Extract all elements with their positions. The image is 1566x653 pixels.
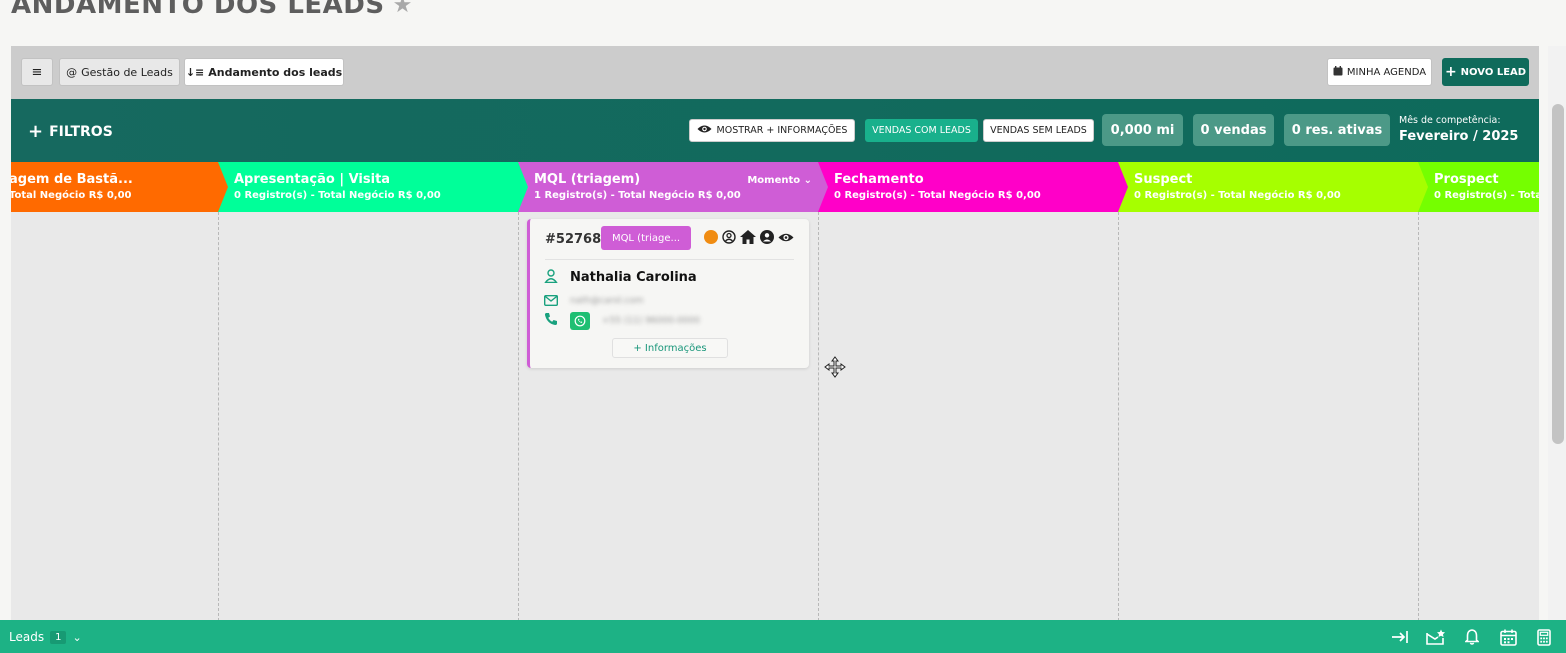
eye-icon[interactable] — [778, 229, 794, 245]
phone-icon — [544, 311, 558, 330]
plus-icon: + — [28, 121, 44, 142]
footer-leads-selector[interactable]: Leads 1 ⌄ — [9, 630, 82, 644]
mes-competencia[interactable]: Mês de competência: Fevereiro / 2025 — [1399, 115, 1518, 144]
footer-actions — [1390, 628, 1554, 646]
tab-gestao-de-leads[interactable]: @ Gestão de Leads — [59, 58, 180, 86]
calendar-icon — [1333, 65, 1343, 79]
stage-header-3[interactable]: Fechamento 0 Registro(s) - Total Negócio… — [818, 162, 1130, 212]
vendas-com-leads-button[interactable]: VENDAS COM LEADS — [865, 119, 978, 142]
star-icon[interactable]: ★ — [393, 0, 413, 18]
stage-header-0[interactable]: agem de Bastã... Total Negócio R$ 0,00 — [11, 162, 230, 212]
stage-subtitle: 0 Registro(s) - Total — [1434, 190, 1539, 201]
filtros-button[interactable]: + FILTROS — [28, 121, 113, 142]
vendas-sem-leads-button[interactable]: VENDAS SEM LEADS — [983, 119, 1094, 142]
footer-label: Leads — [9, 630, 45, 644]
stat-res-ativas: 0 res. ativas — [1284, 114, 1390, 146]
lead-name-row: Nathalia Carolina — [544, 268, 697, 287]
stage-title: Fechamento — [834, 172, 924, 187]
footer-bar: Leads 1 ⌄ — [0, 620, 1566, 653]
stage-subtitle: 0 Registro(s) - Total Negócio R$ 0,00 — [234, 190, 441, 201]
user-icon — [544, 268, 558, 287]
page-title: ANDAMENTO DOS LEADS ★ — [11, 0, 413, 20]
competencia-label: Mês de competência: — [1399, 115, 1501, 126]
lead-phone-row: +55 (11) 96000-0000 — [544, 311, 700, 330]
lead-id: #52768 — [545, 232, 602, 247]
agenda-label: MINHA AGENDA — [1346, 66, 1427, 78]
filtros-label: FILTROS — [49, 123, 113, 140]
menu-button[interactable]: ≡ — [21, 58, 53, 86]
stage-headers: agem de Bastã... Total Negócio R$ 0,00 A… — [11, 162, 1539, 212]
stage-header-5[interactable]: Prospect 0 Registro(s) - Total — [1418, 162, 1539, 212]
hamburger-icon: ≡ — [31, 64, 43, 80]
minha-agenda-button[interactable]: MINHA AGENDA — [1327, 58, 1432, 86]
novo-lead-button[interactable]: + NOVO LEAD — [1442, 58, 1529, 86]
lead-email-row: nath@carol.com — [543, 291, 644, 310]
home-icon[interactable] — [740, 229, 756, 245]
stage-header-2[interactable]: MQL (triagem) 1 Registro(s) - Total Negó… — [518, 162, 830, 212]
whatsapp-icon[interactable] — [570, 311, 590, 330]
lead-email[interactable]: nath@carol.com — [570, 296, 644, 306]
stage-subtitle: 0 Registro(s) - Total Negócio R$ 0,00 — [834, 190, 1041, 201]
plus-icon: + — [1444, 64, 1457, 80]
mais-informacoes-button[interactable]: + Informações — [612, 338, 728, 358]
move-icon — [824, 356, 846, 382]
bell-icon[interactable] — [1462, 628, 1482, 646]
user-circle-icon[interactable] — [759, 229, 775, 245]
stage-title: Suspect — [1134, 172, 1193, 187]
momento-label: Momento — [747, 175, 801, 186]
tab-andamento-dos-leads[interactable]: ↓≡ Andamento dos leads — [184, 58, 344, 86]
stage-subtitle: 1 Registro(s) - Total Negócio R$ 0,00 — [534, 190, 741, 201]
footer-count-badge: 1 — [50, 630, 67, 644]
calculator-icon[interactable] — [1534, 628, 1554, 646]
stage-badge[interactable]: MQL (triage... — [601, 226, 691, 250]
lead-name: Nathalia Carolina — [570, 270, 697, 285]
stat-valor: 0,000 mi — [1102, 114, 1183, 146]
stage-subtitle: Total Negócio R$ 0,00 — [11, 190, 132, 201]
stage-header-4[interactable]: Suspect 0 Registro(s) - Total Negócio R$… — [1118, 162, 1430, 212]
chevron-down-icon: ⌄ — [72, 630, 82, 644]
envelope-icon — [543, 291, 559, 310]
lead-phone[interactable]: +55 (11) 96000-0000 — [602, 316, 700, 326]
competencia-value: Fevereiro / 2025 — [1399, 129, 1519, 144]
stat-vendas: 0 vendas — [1193, 114, 1274, 146]
stage-subtitle: 0 Registro(s) - Total Negócio R$ 0,00 — [1134, 190, 1341, 201]
lead-card[interactable]: #52768 MQL (triage... Nathalia Carolina — [527, 219, 809, 368]
sort-icon: ↓≡ — [185, 65, 205, 79]
page-title-text: ANDAMENTO DOS LEADS — [11, 0, 385, 20]
status-dot-icon — [704, 230, 718, 244]
novo-lead-label: NOVO LEAD — [1460, 66, 1527, 78]
toolbar: ≡ @ Gestão de Leads ↓≡ Andamento dos lea… — [11, 46, 1539, 99]
leads-board-panel: ≡ @ Gestão de Leads ↓≡ Andamento dos lea… — [11, 46, 1539, 626]
eye-icon — [697, 124, 712, 137]
at-icon: @ — [66, 65, 78, 79]
momento-dropdown[interactable]: Momento ⌄ — [747, 175, 812, 186]
mostrar-informacoes-button[interactable]: MOSTRAR + INFORMAÇÕES — [689, 119, 855, 142]
calendar-icon[interactable] — [1498, 628, 1518, 646]
stage-title: Prospect — [1434, 172, 1499, 187]
stage-header-1[interactable]: Apresentação | Visita 0 Registro(s) - To… — [218, 162, 530, 212]
mostrar-label: MOSTRAR + INFORMAÇÕES — [716, 125, 848, 136]
column-divider — [518, 212, 519, 626]
column-divider — [1418, 212, 1419, 626]
tab-gestao-label: Gestão de Leads — [81, 65, 173, 79]
column-divider — [1118, 212, 1119, 626]
chevron-down-icon: ⌄ — [803, 175, 812, 186]
stage-title: Apresentação | Visita — [234, 172, 391, 187]
lead-status-icons — [704, 229, 794, 245]
column-divider — [218, 212, 219, 626]
tab-andamento-label: Andamento dos leads — [208, 65, 343, 79]
card-divider — [545, 259, 794, 260]
column-divider — [818, 212, 819, 626]
filter-bar: + FILTROS MOSTRAR + INFORMAÇÕES VENDAS C… — [11, 99, 1539, 162]
stage-title: agem de Bastã... — [11, 172, 133, 187]
mail-star-icon[interactable] — [1426, 628, 1446, 646]
user-outline-icon[interactable] — [721, 229, 737, 245]
scrollbar-thumb[interactable] — [1552, 104, 1564, 444]
collapse-arrow-icon[interactable] — [1390, 628, 1410, 646]
